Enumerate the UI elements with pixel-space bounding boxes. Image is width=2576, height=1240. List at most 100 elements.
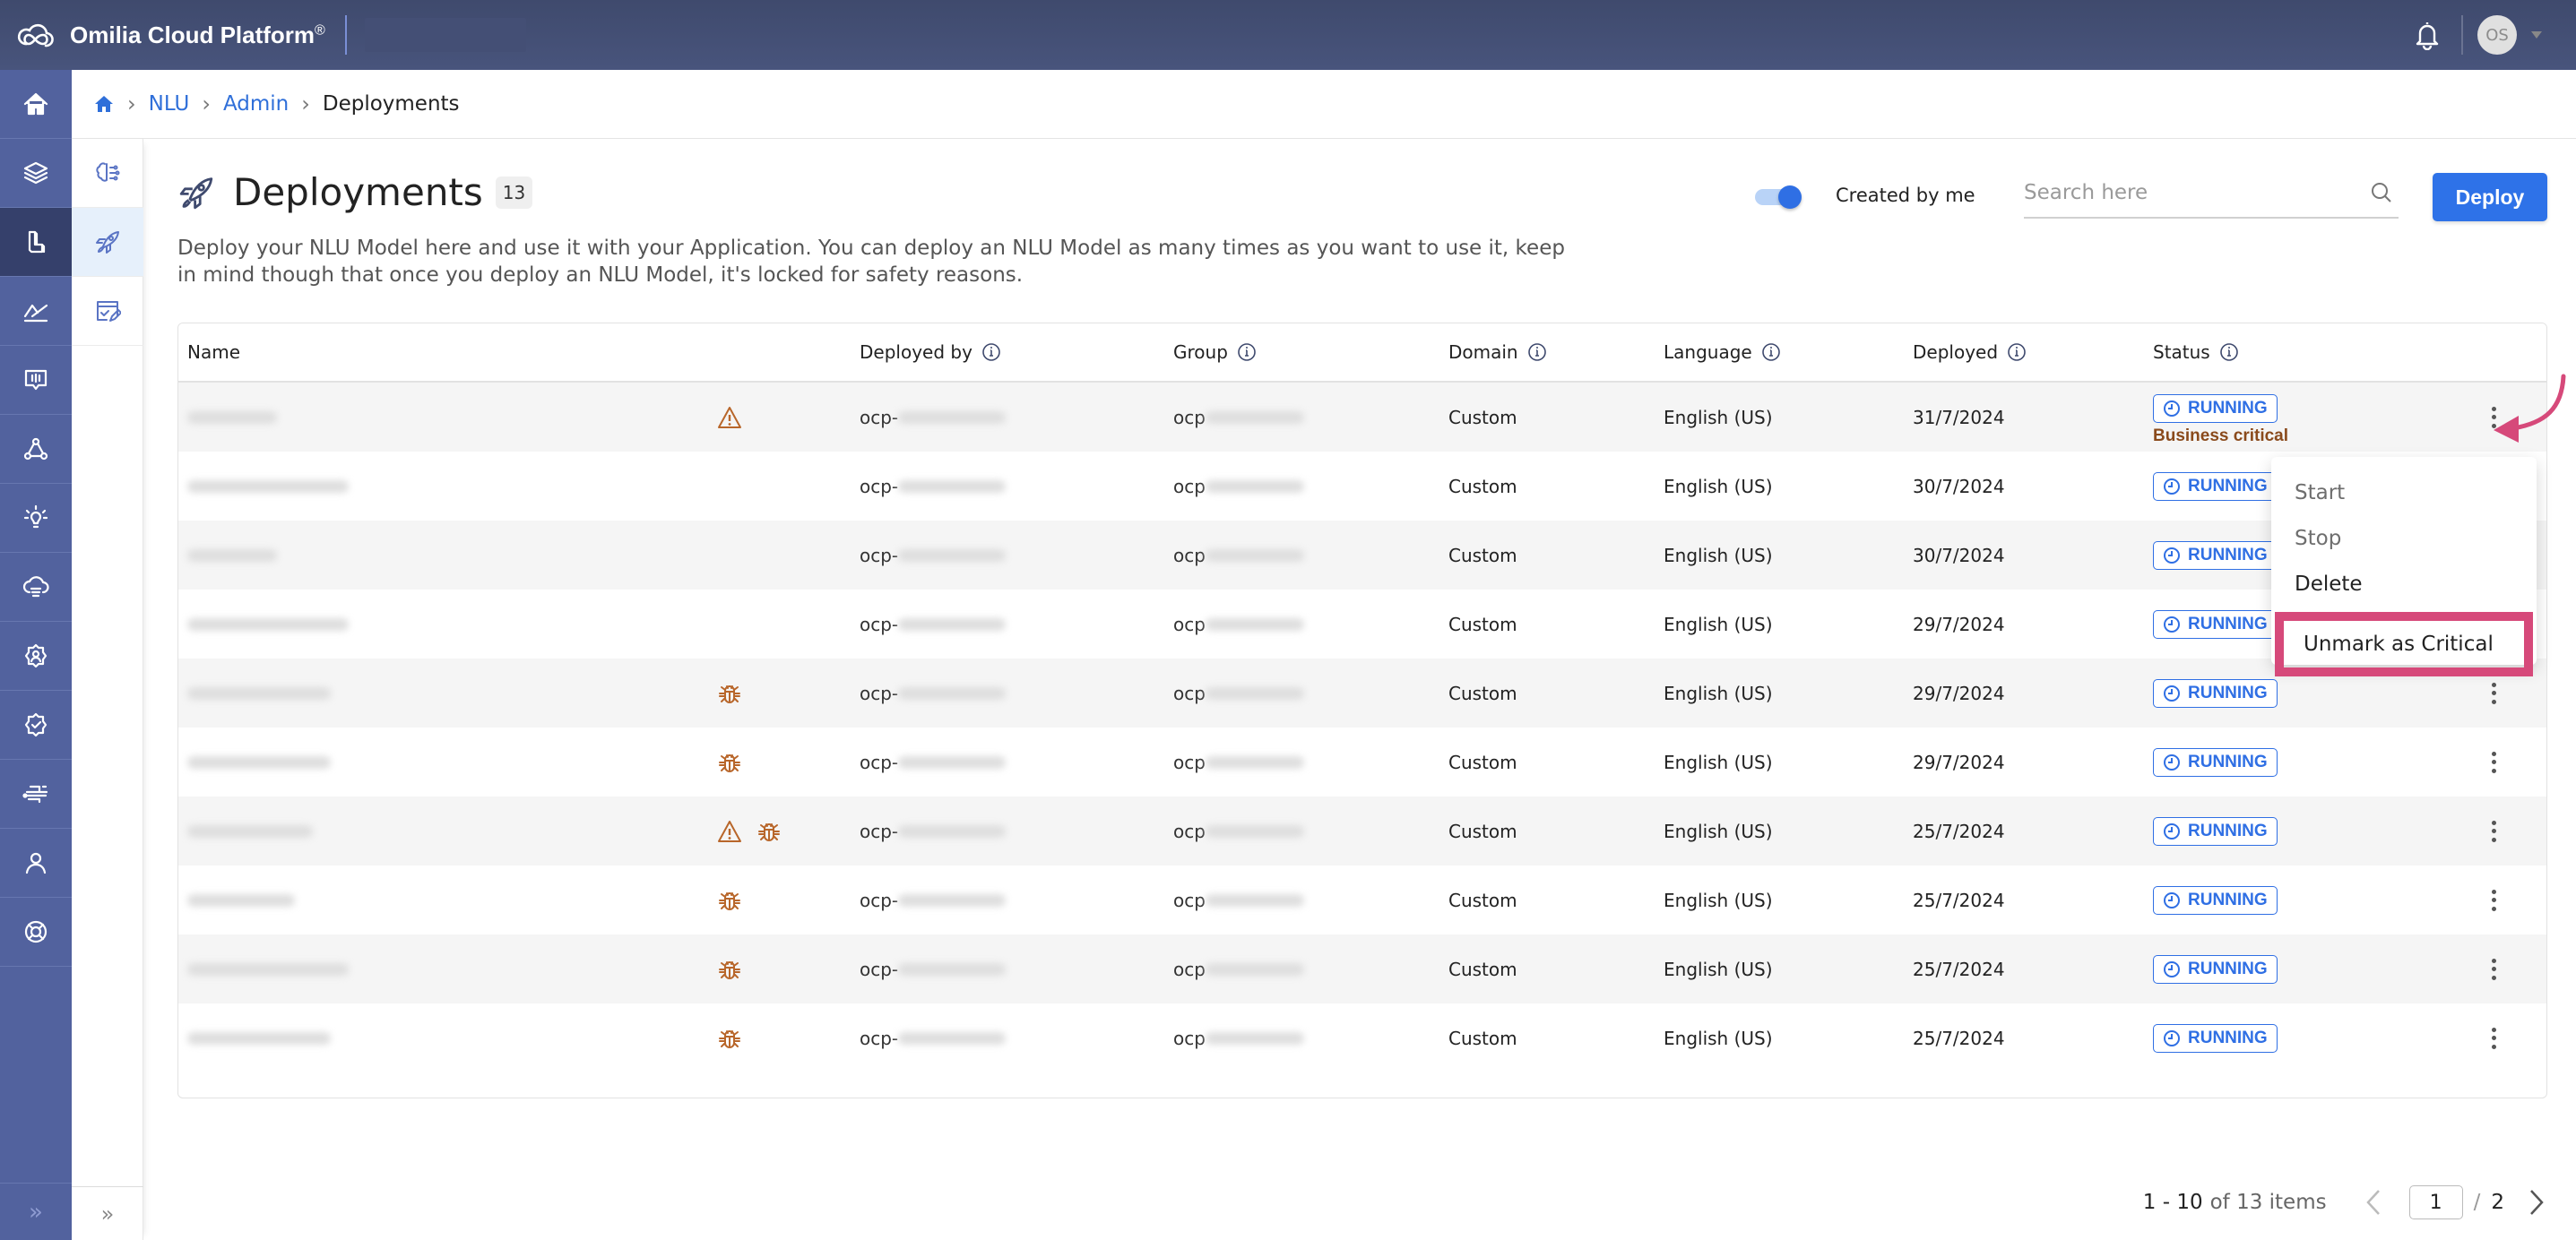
rail-item-user-settings[interactable] [0,622,72,691]
search-input[interactable] [2024,172,2356,213]
group-prefix: ocp [1173,613,1206,635]
deployed-date-cell: 25/7/2024 [1913,820,2005,842]
row-actions [2449,820,2538,842]
deployment-name[interactable] [178,893,716,907]
info-icon[interactable] [1761,342,1781,362]
redacted-group [1205,410,1304,424]
deployment-name[interactable] [178,479,716,493]
deployed-by-cell: ocp- [860,890,1173,911]
deployment-name[interactable] [178,962,716,976]
table-row[interactable]: ocp- ocp Custom English (US) 29/7/2024 R… [178,590,2546,659]
sub-item-deployments[interactable] [72,208,143,277]
more-vertical-icon[interactable] [2490,958,2497,980]
table-row[interactable]: ocp- ocp Custom English (US) 25/7/2024 R… [178,797,2546,865]
column-header-name[interactable]: Name [178,341,716,363]
language-cell: English (US) [1664,613,1773,635]
rail-item-cloud-data[interactable] [0,553,72,622]
chevron-left-icon[interactable] [2363,1187,2384,1218]
rail-item-users[interactable] [0,829,72,898]
bell-icon[interactable] [2413,20,2442,50]
deployed-by-cell: ocp- [860,545,1173,566]
column-header-language[interactable]: Language [1664,341,1913,363]
deployment-name[interactable] [178,548,716,562]
redacted-group [1205,617,1304,631]
rail-item-layers[interactable] [0,139,72,208]
more-vertical-icon[interactable] [2490,820,2497,842]
table-row[interactable]: ocp- ocp Custom English (US) 30/7/2024 R… [178,521,2546,590]
search-icon[interactable] [2370,181,2393,204]
deployment-name[interactable] [178,410,716,424]
more-vertical-icon[interactable] [2490,1027,2497,1049]
redacted-group [1205,479,1304,493]
brand-divider [344,15,347,55]
breadcrumb-admin[interactable]: Admin [223,92,289,116]
deployed-by-cell: ocp- [860,476,1173,497]
deployed-by-prefix: ocp- [860,820,899,842]
deployments-table: Name Deployed by Group Domain Language D… [177,323,2547,1098]
language-cell: English (US) [1664,682,1773,704]
rail-item-insights[interactable] [0,484,72,553]
breadcrumb-home-icon[interactable] [93,94,115,114]
language-cell: English (US) [1664,1027,1773,1049]
deployed-date-cell: 25/7/2024 [1913,889,2005,911]
domain-cell: Custom [1448,544,1517,566]
sub-item-models[interactable] [72,139,143,208]
menu-item-stop[interactable]: Stop [2271,515,2537,561]
table-row[interactable]: ocp- ocp Custom English (US) 31/7/2024 R… [178,383,2546,452]
breadcrumb-nlu[interactable]: NLU [149,92,190,116]
rail-item-nlu[interactable] [0,208,72,277]
redacted-name [187,824,313,838]
status-text: RUNNING [2188,890,2268,909]
subbar-expand-button[interactable]: » [72,1186,143,1240]
status-badge: RUNNING [2153,747,2278,777]
column-header-status[interactable]: Status [2153,341,2449,363]
page-number-input[interactable] [2408,1185,2463,1219]
info-icon[interactable] [1237,342,1257,362]
rail-item-verified[interactable] [0,691,72,760]
rail-item-network[interactable] [0,415,72,484]
rail-item-analytics[interactable] [0,277,72,346]
table-row[interactable]: ocp- ocp Custom English (US) 29/7/2024 R… [178,659,2546,728]
deployment-name[interactable] [178,1031,716,1045]
info-icon[interactable] [2007,342,2027,362]
more-vertical-icon[interactable] [2490,889,2497,911]
row-context-menu: Start Stop Delete Unmark as Critical [2271,457,2537,676]
sub-item-review[interactable] [72,277,143,346]
chevron-right-icon[interactable] [2526,1187,2547,1218]
clock-icon [2164,478,2180,495]
deployment-name[interactable] [178,617,716,631]
redacted-user [898,755,1007,769]
column-header-group[interactable]: Group [1173,341,1448,363]
avatar[interactable]: OS [2477,15,2517,55]
info-icon[interactable] [981,342,1001,362]
table-row[interactable]: ocp- ocp Custom English (US) 25/7/2024 R… [178,934,2546,1003]
more-vertical-icon[interactable] [2490,751,2497,773]
column-header-deployed-by[interactable]: Deployed by [860,341,1173,363]
info-icon[interactable] [1527,342,1547,362]
more-vertical-icon[interactable] [2490,682,2497,704]
brand[interactable]: Omilia Cloud Platform® [16,17,325,53]
deployed-by-prefix: ocp- [860,682,899,704]
rail-item-home[interactable] [0,70,72,139]
rail-item-support[interactable] [0,898,72,967]
table-row[interactable]: ocp- ocp Custom English (US) 25/7/2024 R… [178,865,2546,934]
rail-item-integrations[interactable] [0,760,72,829]
table-row[interactable]: ocp- ocp Custom English (US) 29/7/2024 R… [178,728,2546,797]
info-icon[interactable] [2219,342,2239,362]
table-row[interactable]: ocp- ocp Custom English (US) 30/7/2024 R… [178,452,2546,521]
table-row[interactable]: ocp- ocp Custom English (US) 25/7/2024 R… [178,1003,2546,1072]
created-by-me-toggle[interactable] [1755,185,1802,209]
avatar-caret-icon[interactable] [2531,31,2542,39]
rail-item-reports[interactable] [0,346,72,415]
deployment-name[interactable] [178,686,716,700]
column-header-domain[interactable]: Domain [1448,341,1664,363]
rail-expand-button[interactable]: » [0,1183,72,1240]
deployment-name[interactable] [178,755,716,769]
deploy-button[interactable]: Deploy [2433,173,2547,221]
column-header-deployed[interactable]: Deployed [1913,341,2153,363]
menu-item-start[interactable]: Start [2271,469,2537,515]
menu-item-delete[interactable]: Delete [2271,561,2537,607]
language-cell: English (US) [1664,751,1773,773]
menu-item-unmark-critical[interactable]: Unmark as Critical [2275,612,2533,676]
deployment-name[interactable] [178,824,716,838]
